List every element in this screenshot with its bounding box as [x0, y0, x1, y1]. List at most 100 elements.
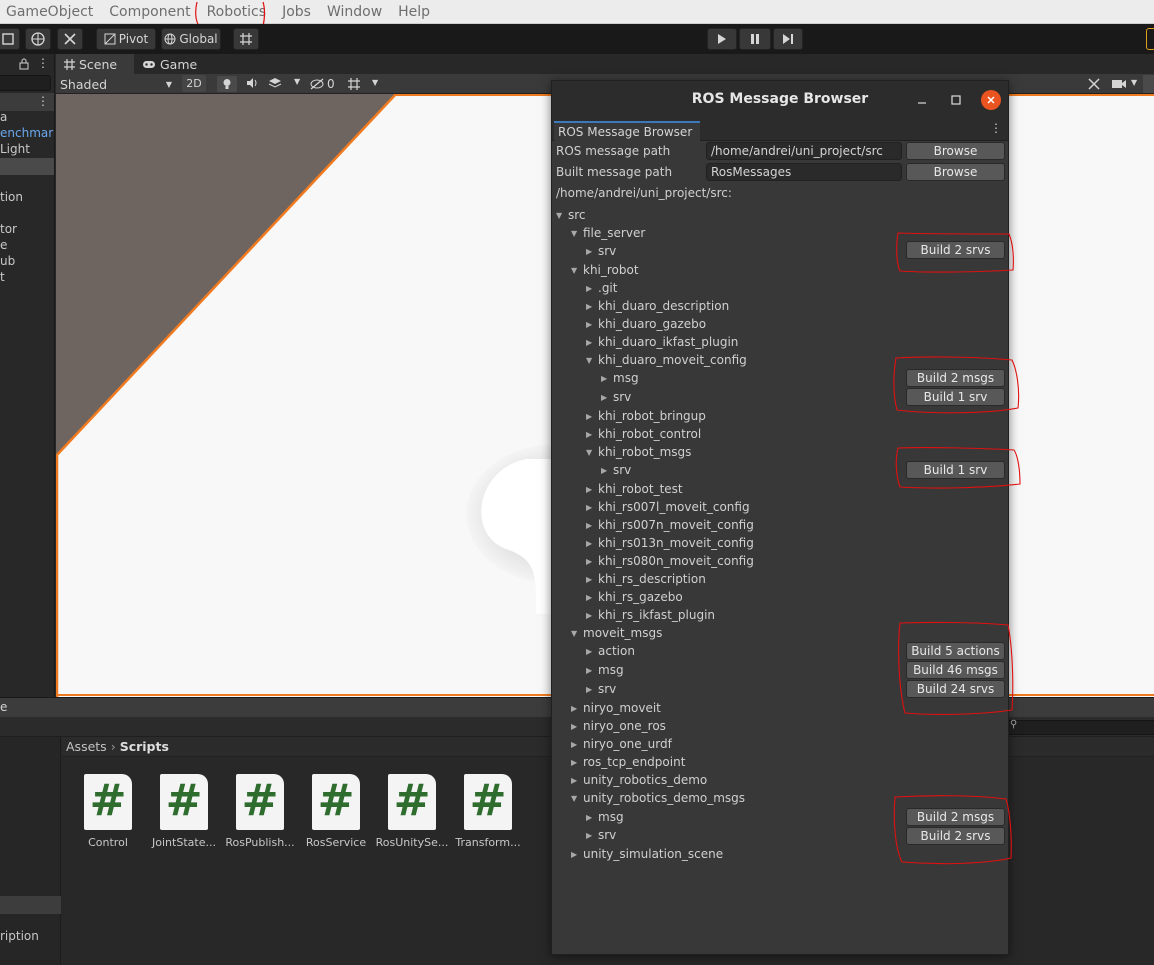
hierarchy-row[interactable]: e [0, 238, 7, 252]
tree-item-moveit-msgs[interactable]: ▼ moveit_msgs [571, 625, 662, 641]
collapsed-triangle-icon[interactable]: ▶ [571, 704, 583, 713]
tree-item-niryo-one-urdf[interactable]: ▶ niryo_one_urdf [571, 736, 672, 752]
pivot-toggle-button[interactable]: Pivot [96, 28, 156, 50]
collapsed-triangle-icon[interactable]: ▶ [586, 412, 598, 421]
build-button[interactable]: Build 2 srvs [906, 827, 1005, 845]
hierarchy-row[interactable]: t [0, 270, 5, 284]
tree-item-khi-rs-description[interactable]: ▶ khi_rs_description [586, 571, 706, 587]
pause-button[interactable] [739, 28, 771, 50]
build-button[interactable]: Build 46 msgs [906, 661, 1005, 679]
tree-item-khi-robot-control[interactable]: ▶ khi_robot_control [586, 426, 701, 442]
tree-item-srv[interactable]: ▶ srv [586, 243, 616, 259]
build-button[interactable]: Build 2 msgs [906, 808, 1005, 826]
tree-item-niryo-moveit[interactable]: ▶ niryo_moveit [571, 700, 661, 716]
collapsed-triangle-icon[interactable]: ▶ [586, 575, 598, 584]
collapsed-triangle-icon[interactable]: ▶ [586, 320, 598, 329]
expanded-triangle-icon[interactable]: ▼ [571, 794, 583, 803]
tree-item-unity-simulation-scene[interactable]: ▶ unity_simulation_scene [571, 846, 723, 862]
hierarchy-row[interactable]: enchmark [0, 126, 54, 140]
collapsed-triangle-icon[interactable]: ▶ [601, 374, 613, 383]
tree-item-srv[interactable]: ▶ srv [601, 389, 631, 405]
expanded-triangle-icon[interactable]: ▼ [571, 266, 583, 275]
tree-item-khi-robot-test[interactable]: ▶ khi_robot_test [586, 481, 683, 497]
tree-item-khi-rs007l-moveit-config[interactable]: ▶ khi_rs007l_moveit_config [586, 499, 750, 515]
maximize-button[interactable] [947, 91, 965, 109]
shading-mode-dropdown[interactable]: Shaded ▼ [58, 75, 176, 93]
tree-item-khi-robot[interactable]: ▼ khi_robot [571, 262, 639, 278]
menu-help[interactable]: Help [390, 0, 438, 24]
tab-scene[interactable]: Scene [56, 54, 134, 74]
collapsed-triangle-icon[interactable]: ▶ [586, 831, 598, 840]
step-button[interactable] [773, 28, 803, 50]
collapsed-triangle-icon[interactable]: ▶ [571, 776, 583, 785]
tree-item-khi-robot-msgs[interactable]: ▼ khi_robot_msgs [586, 444, 691, 460]
tree-item-khi-duaro-ikfast-plugin[interactable]: ▶ khi_duaro_ikfast_plugin [586, 334, 738, 350]
project-search-input[interactable]: ⚲ [1006, 719, 1154, 735]
asset-script[interactable]: # RosService [298, 774, 374, 849]
expanded-triangle-icon[interactable]: ▼ [556, 211, 568, 220]
gizmos-button-edge[interactable] [1143, 75, 1154, 93]
expanded-triangle-icon[interactable]: ▼ [571, 229, 583, 238]
collapsed-triangle-icon[interactable]: ▶ [586, 813, 598, 822]
breadcrumb-assets[interactable]: Assets [66, 739, 107, 754]
collapsed-triangle-icon[interactable]: ▶ [586, 593, 598, 602]
ros-path-input[interactable]: /home/andrei/uni_project/src [706, 142, 902, 160]
collapsed-triangle-icon[interactable]: ▶ [586, 247, 598, 256]
close-button[interactable] [981, 90, 1001, 110]
project-folder-selected[interactable] [0, 896, 61, 914]
audio-toggle[interactable] [245, 76, 261, 92]
collapsed-triangle-icon[interactable]: ▶ [586, 666, 598, 675]
browse-ros-path-button[interactable]: Browse [906, 142, 1005, 160]
collapsed-triangle-icon[interactable]: ▶ [586, 284, 598, 293]
transform-tool-button[interactable] [25, 28, 51, 50]
grid-snap-button[interactable] [233, 28, 259, 50]
bottom-tab-label[interactable]: e [0, 700, 7, 714]
collapsed-triangle-icon[interactable]: ▶ [586, 503, 598, 512]
tree-item-unity-robotics-demo[interactable]: ▶ unity_robotics_demo [571, 772, 707, 788]
hierarchy-menu-dots-icon[interactable]: ⋮ [37, 94, 49, 108]
breadcrumb-scripts[interactable]: Scripts [120, 739, 169, 754]
asset-script[interactable]: # Control [70, 774, 146, 849]
collapsed-triangle-icon[interactable]: ▶ [586, 685, 598, 694]
tree-item-khi-duaro-gazebo[interactable]: ▶ khi_duaro_gazebo [586, 316, 706, 332]
asset-script[interactable]: # JointState... [146, 774, 222, 849]
tree-item-src[interactable]: ▼ src [556, 207, 586, 223]
hierarchy-menu-icon[interactable]: ⋮ [37, 56, 49, 70]
expanded-triangle-icon[interactable]: ▼ [571, 629, 583, 638]
collapsed-triangle-icon[interactable]: ▶ [586, 338, 598, 347]
collapsed-triangle-icon[interactable]: ▶ [571, 722, 583, 731]
build-button[interactable]: Build 2 msgs [906, 369, 1005, 387]
tree-item-khi-rs013n-moveit-config[interactable]: ▶ khi_rs013n_moveit_config [586, 535, 754, 551]
built-path-input[interactable]: RosMessages [706, 163, 902, 181]
tree-item-khi-duaro-moveit-config[interactable]: ▼ khi_duaro_moveit_config [586, 352, 747, 368]
collapsed-triangle-icon[interactable]: ▶ [571, 740, 583, 749]
hierarchy-row[interactable]: tor [0, 222, 17, 236]
tree-item-git[interactable]: ▶ .git [586, 280, 617, 296]
hierarchy-row[interactable]: a [0, 110, 7, 124]
tree-item-khi-duaro-description[interactable]: ▶ khi_duaro_description [586, 298, 729, 314]
hierarchy-selected-row[interactable] [0, 158, 54, 175]
grid-settings-toggle[interactable]: ▼ [346, 75, 384, 93]
lighting-toggle[interactable] [217, 76, 237, 92]
tree-item-msg[interactable]: ▶ msg [586, 662, 624, 678]
collapsed-triangle-icon[interactable]: ▶ [586, 611, 598, 620]
window-titlebar[interactable]: ROS Message Browser [552, 81, 1008, 119]
collapsed-triangle-icon[interactable]: ▶ [586, 485, 598, 494]
tree-item-unity-robotics-demo-msgs[interactable]: ▼ unity_robotics_demo_msgs [571, 790, 745, 806]
project-folder-label[interactable]: ription [0, 929, 39, 943]
hidden-objects-toggle[interactable]: 0 [309, 76, 339, 92]
tab-ros-message-browser[interactable]: ROS Message Browser [554, 121, 700, 141]
build-button[interactable]: Build 5 actions [906, 642, 1005, 660]
tree-item-khi-rs080n-moveit-config[interactable]: ▶ khi_rs080n_moveit_config [586, 553, 754, 569]
tab-menu-icon[interactable]: ⋮ [990, 121, 1002, 135]
expanded-triangle-icon[interactable]: ▼ [586, 356, 598, 365]
collapsed-triangle-icon[interactable]: ▶ [586, 557, 598, 566]
custom-tool-button[interactable] [57, 28, 83, 50]
expanded-triangle-icon[interactable]: ▼ [586, 448, 598, 457]
tree-item-khi-rs-gazebo[interactable]: ▶ khi_rs_gazebo [586, 589, 683, 605]
hierarchy-row[interactable]: Light [0, 142, 30, 156]
hierarchy-row[interactable]: ub [0, 254, 15, 268]
effects-toggle[interactable]: ▼ [268, 76, 300, 92]
build-button[interactable]: Build 1 srv [906, 388, 1005, 406]
collapsed-triangle-icon[interactable]: ▶ [586, 539, 598, 548]
